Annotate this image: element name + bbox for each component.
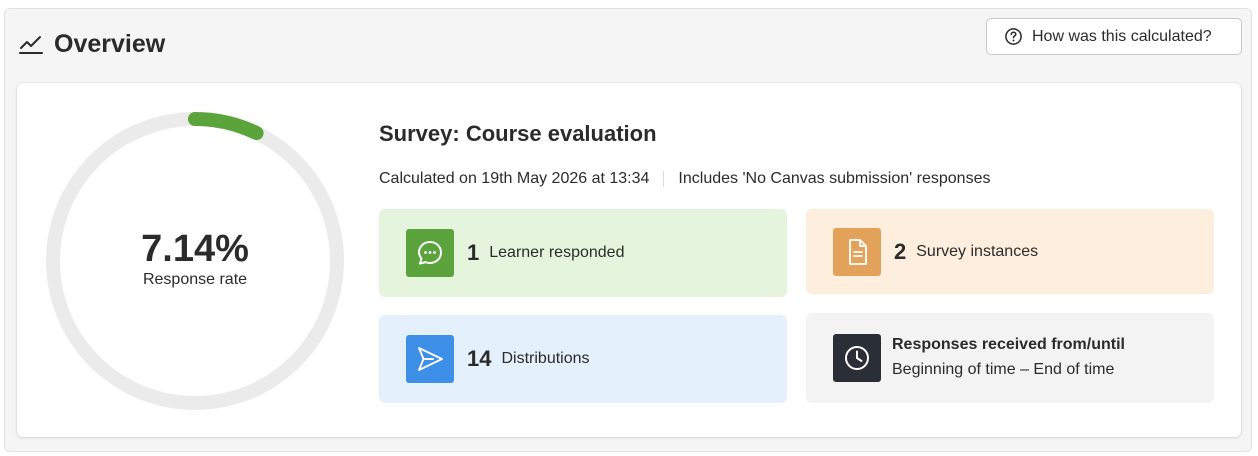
calculated-date: Calculated on 19th May 2026 at 13:34 (379, 170, 650, 187)
response-range-value: Beginning of time – End of time (892, 361, 1115, 378)
response-rate-gauge: 7.14% Response rate (45, 111, 345, 411)
page-title: Overview (54, 30, 166, 58)
instances-count: 2 (894, 238, 907, 264)
learners-responded-card: 1 Learner responded (379, 209, 787, 297)
overview-card: 7.14% Response rate Survey: Course evalu… (17, 83, 1241, 437)
how-calculated-label: How was this calculated? (1032, 27, 1212, 45)
distributions-label: Distributions (501, 350, 590, 367)
distributions-card: 14 Distributions (379, 315, 787, 403)
learners-count: 1 (467, 240, 480, 265)
chat-bubble-icon (406, 229, 454, 277)
line-chart-icon (19, 36, 43, 54)
response-range-text: Responses received from/until Beginning … (892, 333, 1125, 383)
question-circle-icon (1005, 28, 1022, 45)
overview-panel: Overview How was this calculated? 7.14% … (4, 8, 1252, 452)
learners-label: Learner responded (489, 244, 625, 261)
document-icon (833, 227, 881, 276)
response-range-card: Responses received from/until Beginning … (806, 313, 1214, 403)
how-calculated-button[interactable]: How was this calculated? (986, 18, 1242, 55)
includes-note: Includes 'No Canvas submission' response… (678, 170, 991, 187)
survey-instances-card: 2 Survey instances (806, 209, 1214, 294)
response-range-title: Responses received from/until (892, 336, 1125, 353)
response-rate-label: Response rate (142, 271, 248, 288)
response-rate-value: 7.14% (141, 228, 249, 270)
survey-meta: Calculated on 19th May 2026 at 13:34 Inc… (379, 170, 990, 188)
send-icon (406, 335, 454, 383)
meta-divider (663, 171, 665, 187)
survey-title: Survey: Course evaluation (379, 121, 657, 146)
distributions-count: 14 (467, 346, 492, 371)
instances-label: Survey instances (916, 242, 1039, 260)
clock-icon (833, 334, 881, 382)
